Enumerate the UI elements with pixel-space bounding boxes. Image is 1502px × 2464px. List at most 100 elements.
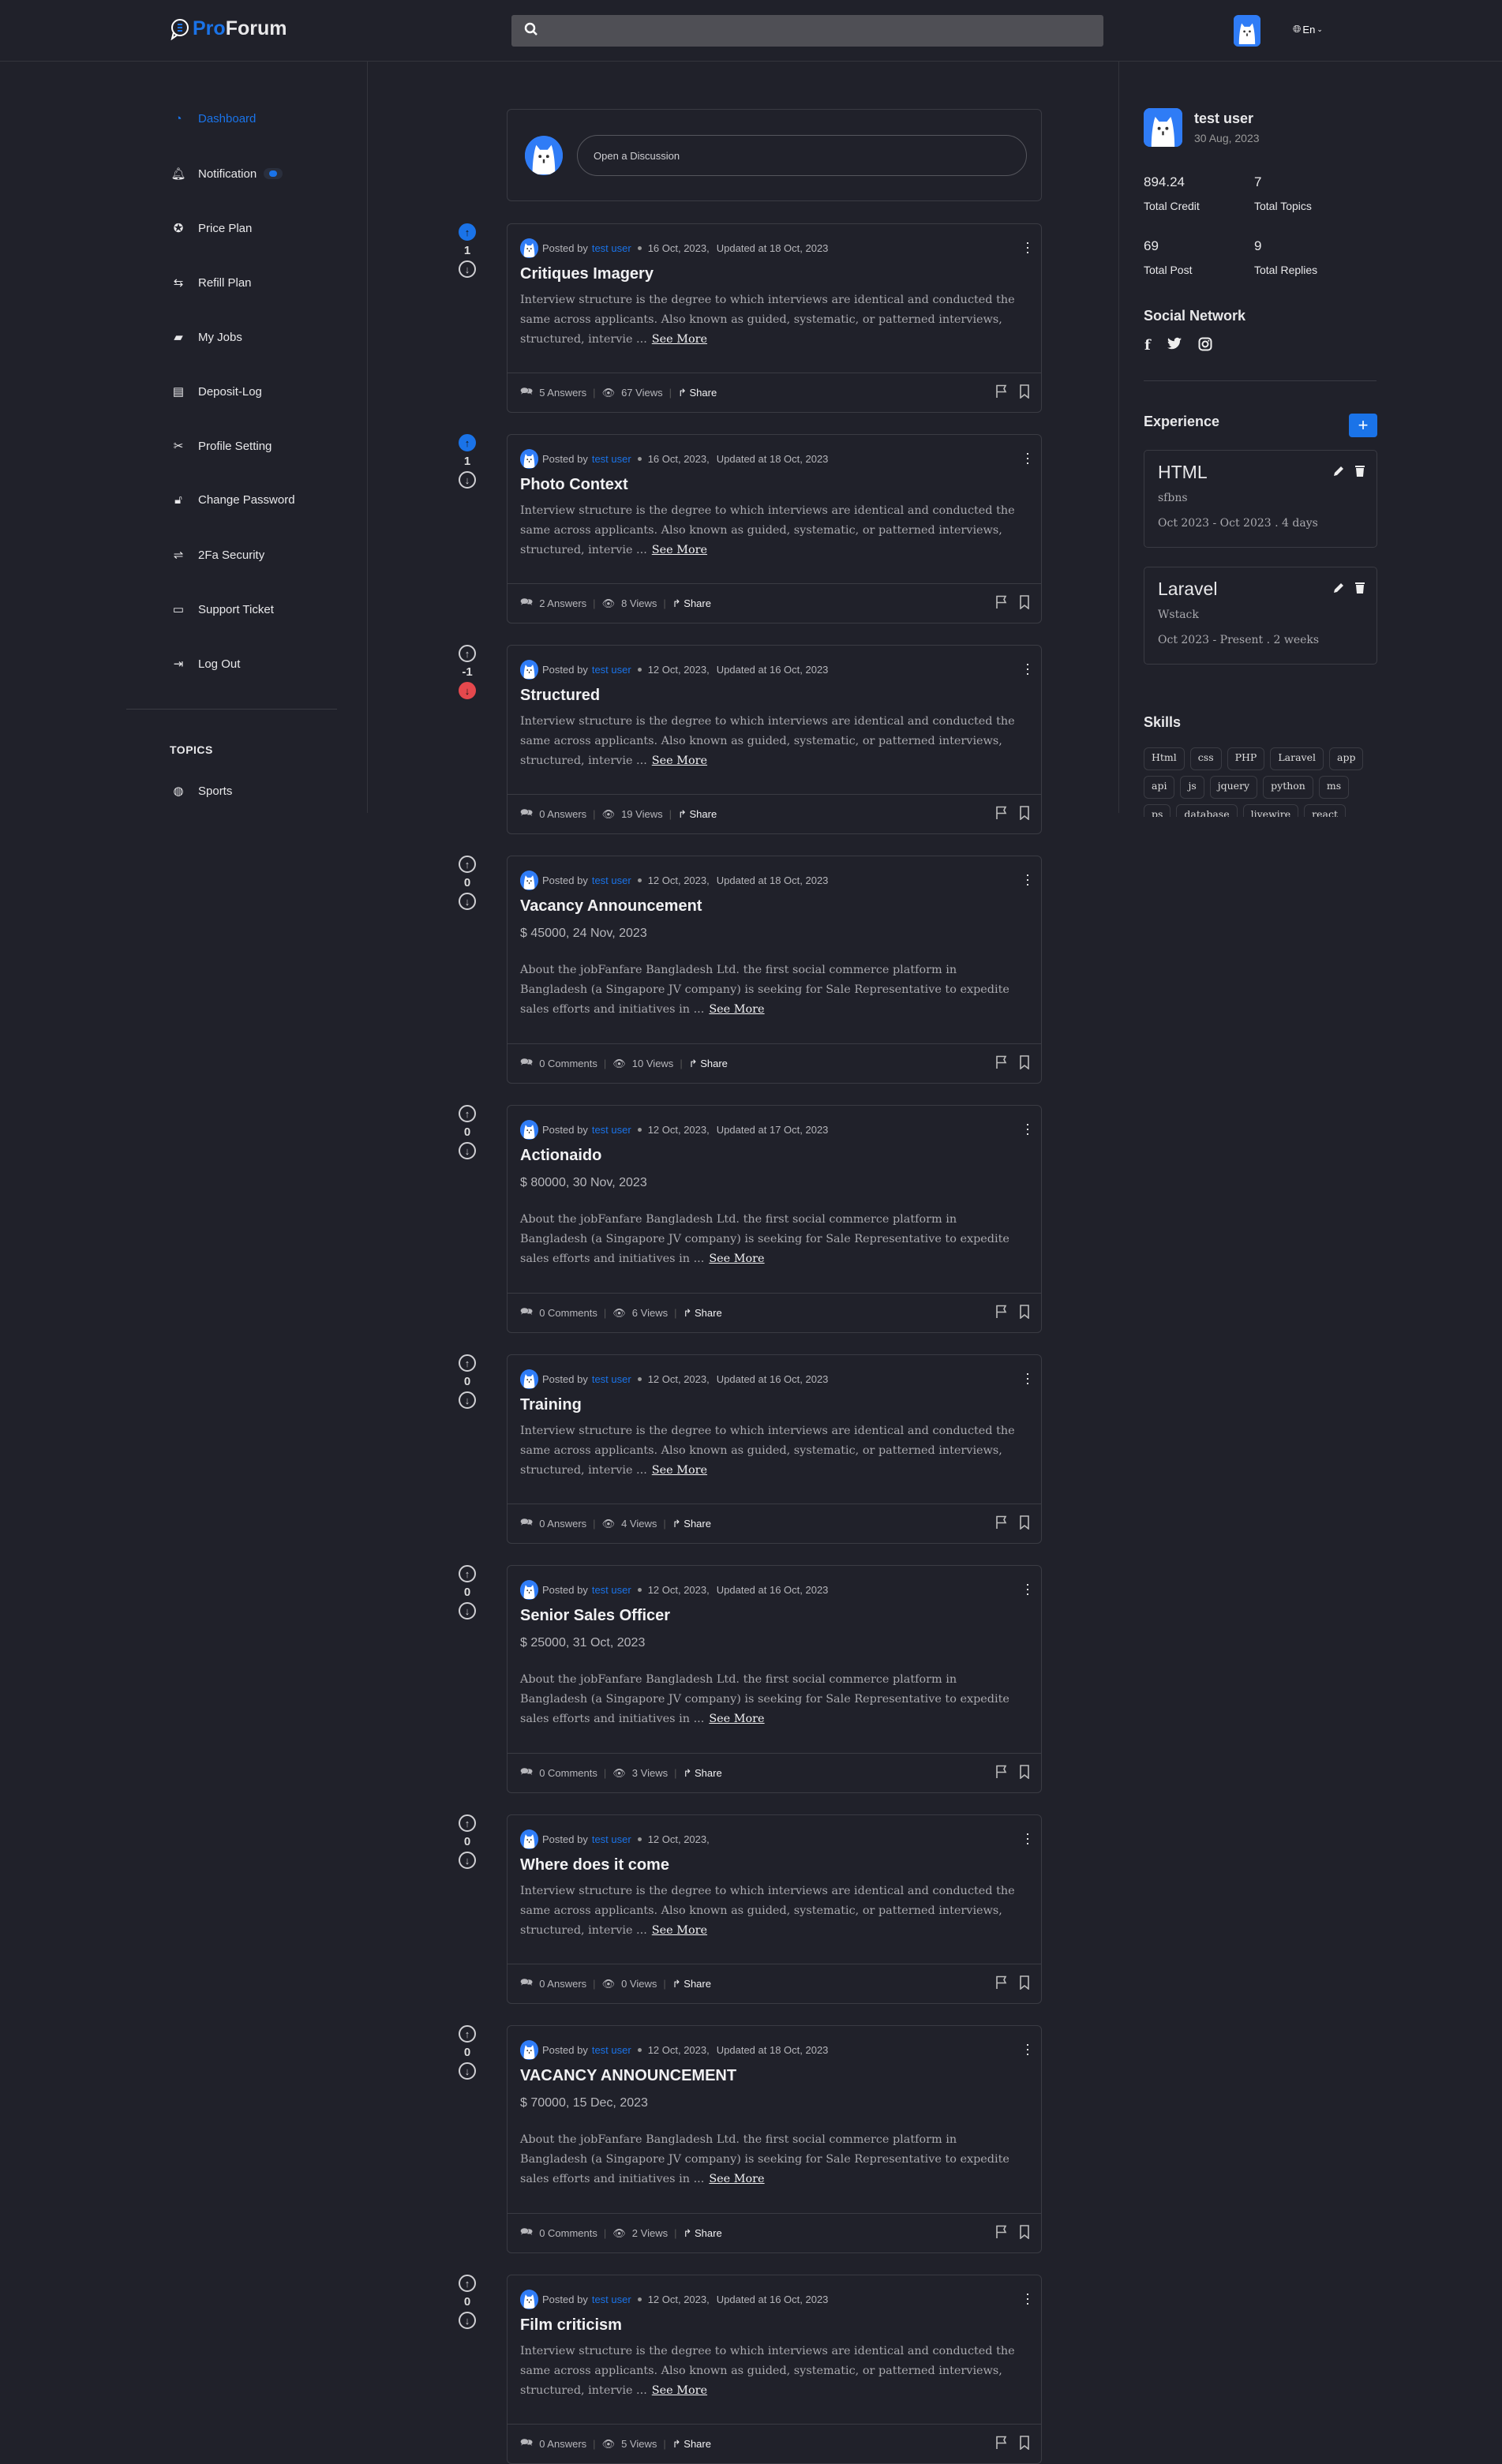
user-avatar[interactable] [1234, 15, 1260, 47]
bookmark-icon[interactable] [1019, 1515, 1030, 1532]
post-title[interactable]: Structured [520, 687, 600, 705]
share-button[interactable]: ↱ Share [672, 1518, 711, 1530]
post-title[interactable]: Vacancy Announcement [520, 897, 702, 916]
answer-count[interactable]: 0 Comments [539, 1058, 597, 1069]
more-options-icon[interactable]: · · · [1025, 1577, 1030, 1601]
flag-icon[interactable] [995, 1765, 1008, 1781]
see-more-link[interactable]: See More [709, 1253, 764, 1265]
more-options-icon[interactable]: · · · [1025, 867, 1030, 891]
share-button[interactable]: ↱ Share [683, 1767, 721, 1780]
author-link[interactable]: test user [592, 1833, 631, 1845]
author-link[interactable]: test user [592, 2294, 631, 2305]
share-button[interactable]: ↱ Share [683, 2227, 721, 2240]
flag-icon[interactable] [995, 2225, 1008, 2241]
answer-count[interactable]: 5 Answers [539, 387, 586, 399]
flag-icon[interactable] [995, 595, 1008, 612]
answer-count[interactable]: 0 Answers [539, 1518, 586, 1530]
downvote-arrow-icon[interactable]: ↓ [459, 1142, 476, 1159]
upvote-arrow-icon[interactable]: ↑ [459, 1565, 476, 1582]
more-options-icon[interactable]: · · · [1025, 2286, 1030, 2310]
upvote-arrow-icon[interactable]: ↑ [459, 1814, 476, 1832]
see-more-link[interactable]: See More [652, 755, 707, 767]
bookmark-icon[interactable] [1019, 2436, 1030, 2452]
author-link[interactable]: test user [592, 453, 631, 465]
downvote-arrow-icon[interactable]: ↓ [459, 1852, 476, 1869]
bookmark-icon[interactable] [1019, 1305, 1030, 1321]
bookmark-icon[interactable] [1019, 1975, 1030, 1992]
upvote-arrow-icon[interactable]: ↑ [459, 1354, 476, 1372]
bookmark-icon[interactable] [1019, 2225, 1030, 2241]
author-link[interactable]: test user [592, 1584, 631, 1596]
answer-count[interactable]: 0 Comments [539, 2227, 597, 2239]
sidebar-item-change-password[interactable]: 🔓︎ Change Password [170, 493, 294, 507]
answer-count[interactable]: 0 Comments [539, 1767, 597, 1779]
share-button[interactable]: ↱ Share [672, 1978, 711, 1990]
twitter-icon[interactable] [1167, 337, 1182, 351]
edit-pencil-icon[interactable] [1332, 465, 1345, 481]
sidebar-item-dashboard[interactable]: ◔ Dashboard [170, 112, 256, 125]
upvote-arrow-icon[interactable]: ↑ [459, 856, 476, 873]
see-more-link[interactable]: See More [709, 1003, 764, 1016]
author-link[interactable]: test user [592, 874, 631, 886]
upvote-arrow-icon[interactable]: ↑ [459, 1105, 476, 1122]
share-button[interactable]: ↱ Share [689, 1058, 728, 1070]
author-link[interactable]: test user [592, 664, 631, 676]
flag-icon[interactable] [995, 2436, 1008, 2452]
downvote-arrow-icon[interactable]: ↓ [459, 2062, 476, 2080]
downvote-arrow-icon[interactable]: ↓ [459, 471, 476, 489]
downvote-arrow-icon[interactable]: ↓ [459, 2312, 476, 2329]
see-more-link[interactable]: See More [652, 544, 707, 556]
author-link[interactable]: test user [592, 1373, 631, 1385]
see-more-link[interactable]: See More [652, 1464, 707, 1477]
answer-count[interactable]: 2 Answers [539, 597, 586, 609]
see-more-link[interactable]: See More [709, 1713, 764, 1725]
flag-icon[interactable] [995, 384, 1008, 401]
upvote-arrow-icon[interactable]: ↑ [459, 2275, 476, 2292]
see-more-link[interactable]: See More [652, 1924, 707, 1937]
author-link[interactable]: test user [592, 242, 631, 254]
more-options-icon[interactable]: · · · [1025, 446, 1030, 470]
share-button[interactable]: ↱ Share [672, 597, 711, 610]
flag-icon[interactable] [995, 1515, 1008, 1532]
sidebar-item-profile-setting[interactable]: ✂ Profile Setting [170, 439, 272, 454]
flag-icon[interactable] [995, 1305, 1008, 1321]
sidebar-item-refill-plan[interactable]: ⇆ Refill Plan [170, 275, 252, 290]
instagram-icon[interactable] [1198, 337, 1212, 351]
flag-icon[interactable] [995, 1975, 1008, 1992]
trash-icon[interactable] [1354, 465, 1365, 481]
see-more-link[interactable]: See More [709, 2173, 764, 2185]
flag-icon[interactable] [995, 806, 1008, 822]
post-title[interactable]: Training [520, 1396, 582, 1414]
upvote-arrow-icon[interactable]: ↑ [459, 223, 476, 241]
share-button[interactable]: ↱ Share [672, 2438, 711, 2451]
post-title[interactable]: Actionaido [520, 1147, 601, 1165]
downvote-arrow-icon[interactable]: ↓ [459, 893, 476, 910]
answer-count[interactable]: 0 Comments [539, 1307, 597, 1319]
author-link[interactable]: test user [592, 1124, 631, 1136]
search-input[interactable] [511, 15, 1103, 47]
sidebar-item-2fa-security[interactable]: ⇌ 2Fa Security [170, 548, 265, 563]
facebook-icon[interactable]: f [1144, 337, 1151, 354]
sidebar-item-support-ticket[interactable]: ▭ Support Ticket [170, 602, 274, 617]
downvote-arrow-icon[interactable]: ↓ [459, 682, 476, 699]
bookmark-icon[interactable] [1019, 384, 1030, 401]
upvote-arrow-icon[interactable]: ↑ [459, 645, 476, 662]
sidebar-item-deposit-log[interactable]: ▤ Deposit-Log [170, 384, 262, 399]
upvote-arrow-icon[interactable]: ↑ [459, 2025, 476, 2043]
post-title[interactable]: Where does it come [520, 1856, 669, 1874]
open-discussion-input[interactable]: Open a Discussion [577, 135, 1027, 176]
topic-sports[interactable]: ◍ Sports [170, 784, 232, 799]
bookmark-icon[interactable] [1019, 1055, 1030, 1072]
share-button[interactable]: ↱ Share [678, 808, 717, 821]
upvote-arrow-icon[interactable]: ↑ [459, 434, 476, 451]
sidebar-item-price-plan[interactable]: ✪ Price Plan [170, 221, 253, 236]
see-more-link[interactable]: See More [652, 2384, 707, 2397]
share-button[interactable]: ↱ Share [678, 387, 717, 399]
sidebar-item-notification[interactable]: 🔔︎ Notification [170, 167, 283, 181]
post-title[interactable]: VACANCY ANNOUNCEMENT [520, 2067, 736, 2085]
answer-count[interactable]: 0 Answers [539, 1978, 586, 1990]
downvote-arrow-icon[interactable]: ↓ [459, 1391, 476, 1409]
bookmark-icon[interactable] [1019, 595, 1030, 612]
author-link[interactable]: test user [592, 2044, 631, 2056]
language-select[interactable]: 🌐︎ En ⌄ [1293, 23, 1323, 36]
